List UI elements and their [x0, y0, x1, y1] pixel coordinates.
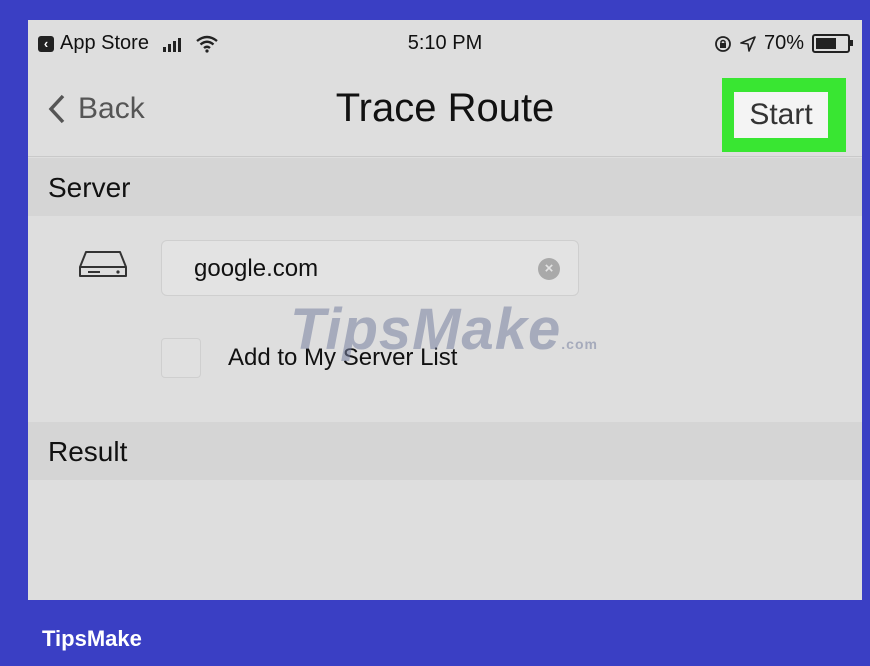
rotation-lock-icon: [715, 35, 731, 52]
server-header-label: Server: [48, 172, 131, 203]
status-right: 70%: [714, 32, 853, 55]
location-icon: [740, 35, 756, 52]
add-to-list-checkbox[interactable]: [161, 338, 201, 378]
clear-icon[interactable]: ×: [538, 258, 560, 280]
server-section: google.com × Add to My Server List TipsM…: [28, 216, 862, 422]
server-section-header: Server: [28, 158, 862, 216]
watermark: TipsMake.com: [290, 296, 598, 363]
result-header-label: Result: [48, 436, 128, 467]
result-section: [28, 480, 862, 600]
hard-drive-icon: [79, 251, 127, 277]
host-input-value: google.com: [194, 255, 319, 282]
status-bar: ‹ App Store 5:10 PM 70%: [28, 20, 862, 64]
battery-icon: [812, 34, 853, 53]
battery-fill: [816, 38, 836, 49]
phone-screen: ‹ App Store 5:10 PM 70% Back Trace Route…: [28, 20, 862, 600]
brand-logo-text: TipsMake: [42, 626, 142, 651]
host-input[interactable]: google.com ×: [161, 240, 579, 296]
navigation-bar: Back Trace Route Start: [28, 64, 862, 157]
result-section-header: Result: [28, 422, 862, 480]
start-button[interactable]: Start: [734, 92, 828, 138]
watermark-suffix: .com: [561, 336, 598, 352]
watermark-text: TipsMake: [290, 297, 562, 362]
battery-percent: 70%: [763, 32, 804, 54]
